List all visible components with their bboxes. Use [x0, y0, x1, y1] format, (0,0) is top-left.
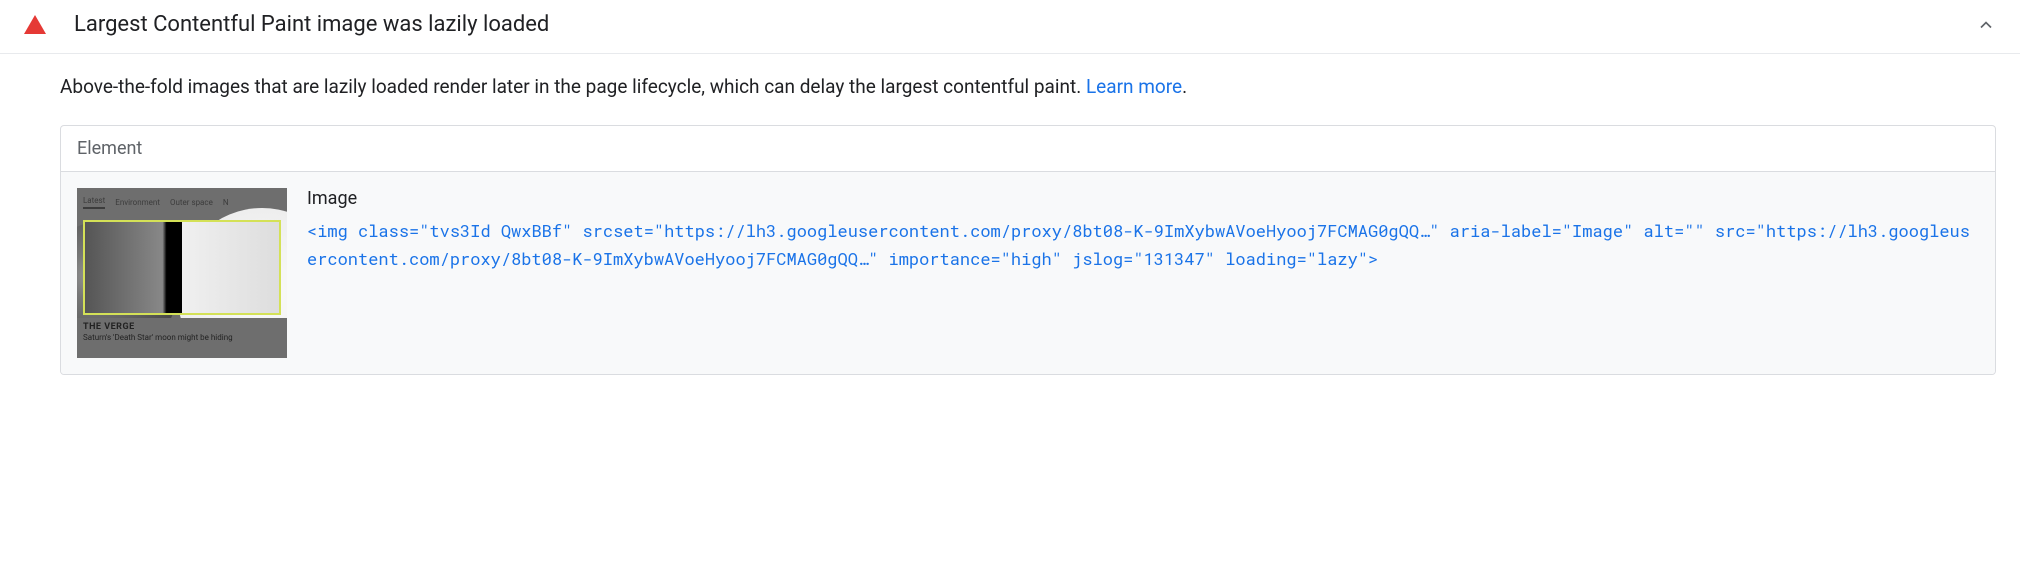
audit-header[interactable]: Largest Contentful Paint image was lazil… — [0, 0, 2020, 54]
audit-title: Largest Contentful Paint image was lazil… — [74, 12, 1976, 37]
table-row: Latest Environment Outer space N THE VER… — [61, 172, 1995, 374]
lcp-highlight-box — [83, 220, 281, 315]
thumb-nav-item: N — [223, 198, 229, 207]
thumb-nav-item: Latest — [83, 196, 105, 209]
element-detail: Image <img class="tvs3Id QwxBBf" srcset=… — [307, 188, 1979, 275]
thumb-nav-item: Environment — [115, 198, 160, 207]
description-period: . — [1182, 75, 1187, 98]
chevron-up-icon[interactable] — [1976, 15, 1996, 35]
learn-more-link[interactable]: Learn more — [1086, 75, 1182, 98]
thumb-headline: Saturn's 'Death Star' moon might be hidi… — [83, 333, 281, 343]
description-text: Above-the-fold images that are lazily lo… — [60, 75, 1086, 98]
audit-body: Above-the-fold images that are lazily lo… — [0, 54, 2020, 395]
thumbnail-caption: THE VERGE Saturn's 'Death Star' moon mig… — [77, 318, 287, 358]
thumb-nav-item: Outer space — [170, 198, 213, 207]
element-label: Image — [307, 188, 1979, 209]
table-header-element: Element — [61, 126, 1995, 172]
thumb-source: THE VERGE — [83, 322, 281, 334]
audit-description: Above-the-fold images that are lazily lo… — [60, 74, 1996, 101]
fail-triangle-icon — [24, 15, 46, 34]
audit-item: Largest Contentful Paint image was lazil… — [0, 0, 2020, 395]
element-thumbnail: Latest Environment Outer space N THE VER… — [77, 188, 287, 358]
element-code-snippet: <img class="tvs3Id QwxBBf" srcset="https… — [307, 217, 1979, 275]
element-table: Element Latest Environment Outer space N… — [60, 125, 1996, 375]
